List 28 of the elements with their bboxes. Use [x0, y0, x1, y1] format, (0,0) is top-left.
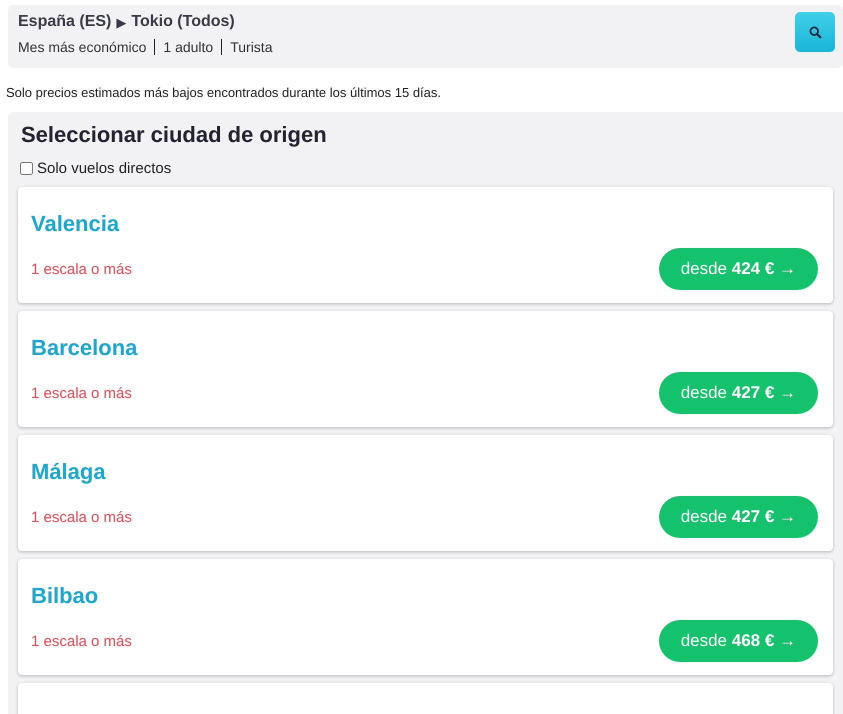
search-detail: Turista [221, 39, 280, 55]
stops-text: 1 escala o más [31, 384, 132, 402]
direct-flights-checkbox[interactable] [20, 162, 33, 175]
city-card[interactable]: Málaga 1 escala o más desde 427 € → [18, 435, 833, 551]
city-name[interactable]: Málaga [31, 435, 106, 485]
city-name[interactable]: Valencia [31, 187, 120, 237]
price-button[interactable]: desde 424 € → [658, 248, 818, 290]
search-detail: Mes más económico [18, 39, 148, 55]
city-name[interactable]: Barcelona [31, 311, 138, 361]
search-icon [808, 26, 822, 38]
stops-text: 1 escala o más [31, 260, 132, 278]
notice-text: Solo precios estimados más bajos encontrados durante los últimos 15 días. [6, 85, 442, 100]
destination-label: Tokio (Todos) [131, 13, 235, 32]
price-button[interactable]: desde 427 € → [658, 496, 818, 538]
city-card[interactable]: Barcelona 1 escala o más desde 427 € → [18, 311, 833, 427]
city-name[interactable]: Bilbao [31, 559, 98, 609]
price-button[interactable]: desde 468 € → [658, 620, 818, 662]
city-card[interactable]: Bilbao 1 escala o más desde 468 € → [18, 559, 833, 675]
stops-text: 1 escala o más [31, 508, 132, 526]
search-button[interactable] [795, 12, 835, 52]
origin-label: España (ES) [18, 13, 112, 32]
panel-title: Seleccionar ciudad de origen [21, 122, 328, 148]
search-detail: 1 adulto [154, 39, 222, 55]
city-card[interactable]: Valencia 1 escala o más desde 424 € → [18, 187, 833, 303]
route-arrow-icon: ▶ [116, 13, 126, 33]
stops-text: 1 escala o más [31, 632, 132, 650]
checkbox-label: Solo vuelos directos [37, 160, 172, 177]
price-button[interactable]: desde 427 € → [658, 372, 818, 414]
